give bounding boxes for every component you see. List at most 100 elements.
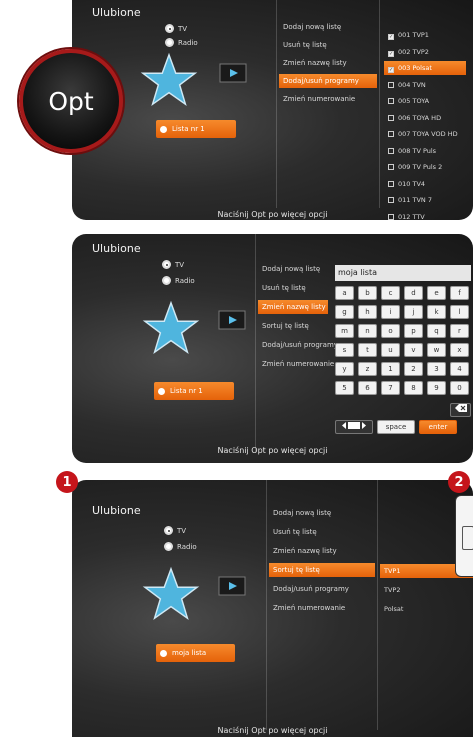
channel-item[interactable]: 010 TV4: [384, 177, 466, 191]
keyboard-key[interactable]: 5: [335, 381, 354, 395]
list-select-button[interactable]: Lista nr 1: [154, 382, 234, 400]
screen-title: Ulubione: [92, 504, 141, 517]
keyboard-key[interactable]: y: [335, 362, 354, 376]
keyboard-key[interactable]: o: [381, 324, 400, 338]
menu-item[interactable]: Dodaj nową listę: [258, 262, 328, 276]
keyboard-key[interactable]: v: [404, 343, 423, 357]
sort-list-item[interactable]: Polsat: [380, 602, 473, 616]
keyboard-key[interactable]: z: [358, 362, 377, 376]
keyboard-key[interactable]: q: [427, 324, 446, 338]
divider: [266, 480, 267, 730]
menu-item[interactable]: Sortuj tę listę: [258, 319, 328, 333]
radio-tv[interactable]: TV: [165, 24, 187, 33]
keyboard-key[interactable]: s: [335, 343, 354, 357]
channel-label: 008 TV Puls: [398, 146, 437, 155]
keyboard-key[interactable]: b: [358, 286, 377, 300]
keyboard-key[interactable]: d: [404, 286, 423, 300]
keyboard-key[interactable]: a: [335, 286, 354, 300]
keyboard-key[interactable]: r: [450, 324, 469, 338]
keyboard-key[interactable]: 2: [404, 362, 423, 376]
checkbox-icon: [388, 197, 394, 203]
divider: [377, 480, 378, 730]
keyboard-key[interactable]: t: [358, 343, 377, 357]
keyboard-key[interactable]: n: [358, 324, 377, 338]
backspace-icon: [454, 404, 467, 412]
menu-item[interactable]: Dodaj/usuń programy: [258, 338, 338, 352]
keyboard-key[interactable]: p: [404, 324, 423, 338]
radio-tv[interactable]: TV: [162, 260, 184, 269]
menu-item[interactable]: Dodaj/usuń programy: [269, 582, 375, 596]
menu-item[interactable]: Zmień numerowanie: [258, 357, 334, 371]
radio-selected-icon: [164, 526, 173, 535]
channel-item[interactable]: ✓ 001 TVP1: [384, 28, 466, 42]
screen-title: Ulubione: [92, 6, 141, 19]
keyboard-key[interactable]: 0: [450, 381, 469, 395]
channel-item[interactable]: 004 TVN: [384, 78, 466, 92]
keyboard-key[interactable]: m: [335, 324, 354, 338]
menu-item[interactable]: Dodaj nową listę: [279, 20, 377, 34]
remote-fragment: [455, 495, 473, 577]
channel-item[interactable]: 006 TOYA HD: [384, 111, 466, 125]
keyboard-key[interactable]: f: [450, 286, 469, 300]
keyboard-key[interactable]: 6: [358, 381, 377, 395]
keyboard-key[interactable]: k: [427, 305, 446, 319]
footer-hint: Naciśnij Opt po więcej opcji: [217, 726, 328, 735]
menu-item[interactable]: Zmień nazwę listy: [269, 544, 375, 558]
radio-unselected-icon: [162, 276, 171, 285]
list-icon: [160, 649, 167, 657]
keyboard-key[interactable]: w: [427, 343, 446, 357]
step-badge-1: 1: [56, 471, 78, 493]
radio-radio[interactable]: Radio: [162, 276, 195, 285]
channel-item[interactable]: 009 TV Puls 2: [384, 160, 466, 174]
keyboard-key[interactable]: h: [358, 305, 377, 319]
keyboard-key[interactable]: u: [381, 343, 400, 357]
menu-item[interactable]: Zmień nazwę listy: [258, 300, 328, 314]
menu-item[interactable]: Usuń tę listę: [279, 38, 377, 52]
channel-item[interactable]: ✓ 003 Polsat: [384, 61, 466, 75]
menu-item[interactable]: Usuń tę listę: [258, 281, 328, 295]
menu-item[interactable]: Dodaj nową listę: [269, 506, 375, 520]
keyboard-key[interactable]: 4: [450, 362, 469, 376]
keyboard-key[interactable]: x: [450, 343, 469, 357]
sort-list-item[interactable]: TVP2: [380, 583, 473, 597]
keyboard-key[interactable]: e: [427, 286, 446, 300]
channel-label: 007 TOYA VOD HD: [398, 130, 458, 138]
space-key[interactable]: space: [377, 420, 415, 434]
keyboard-key[interactable]: l: [450, 305, 469, 319]
keyboard-key[interactable]: c: [381, 286, 400, 300]
menu-item[interactable]: Zmień numerowanie: [279, 92, 377, 106]
keyboard-key[interactable]: 7: [381, 381, 400, 395]
screen-title: Ulubione: [92, 242, 141, 255]
channel-item[interactable]: 011 TVN 7: [384, 193, 466, 207]
list-select-button[interactable]: moja lista: [156, 644, 235, 662]
menu-item[interactable]: Sortuj tę listę: [269, 563, 375, 577]
backspace-key[interactable]: [450, 403, 471, 417]
channel-item[interactable]: 008 TV Puls: [384, 144, 466, 158]
keyboard-key[interactable]: 3: [427, 362, 446, 376]
keyboard-key[interactable]: g: [335, 305, 354, 319]
keyboard-key[interactable]: j: [404, 305, 423, 319]
channel-item[interactable]: 007 TOYA VOD HD: [384, 127, 466, 141]
keyboard-key[interactable]: 8: [404, 381, 423, 395]
menu-item[interactable]: Dodaj/usuń programy: [279, 74, 377, 88]
keyboard-key[interactable]: 9: [427, 381, 446, 395]
checkbox-icon: [388, 147, 394, 154]
radio-tv[interactable]: TV: [164, 526, 186, 535]
keyboard-key[interactable]: i: [381, 305, 400, 319]
keyboard-key[interactable]: 1: [381, 362, 400, 376]
tv-icon: [219, 63, 247, 83]
channel-label: 003 Polsat: [398, 64, 432, 72]
opt-button[interactable]: Opt: [19, 49, 123, 153]
keyboard-toggle-key[interactable]: [335, 420, 373, 434]
radio-radio[interactable]: Radio: [165, 38, 198, 47]
enter-key[interactable]: enter: [419, 420, 457, 434]
channel-item[interactable]: ✓ 002 TVP2: [384, 45, 466, 59]
radio-radio[interactable]: Radio: [164, 542, 197, 551]
menu-item[interactable]: Zmień nazwę listy: [279, 56, 377, 70]
menu-item[interactable]: Usuń tę listę: [269, 525, 375, 539]
list-name-input[interactable]: moja lista: [335, 265, 471, 281]
list-select-button[interactable]: Lista nr 1: [156, 120, 236, 138]
menu-item[interactable]: Zmień numerowanie: [269, 601, 375, 615]
star-icon: [142, 566, 200, 621]
channel-item[interactable]: 005 TOYA: [384, 94, 466, 108]
